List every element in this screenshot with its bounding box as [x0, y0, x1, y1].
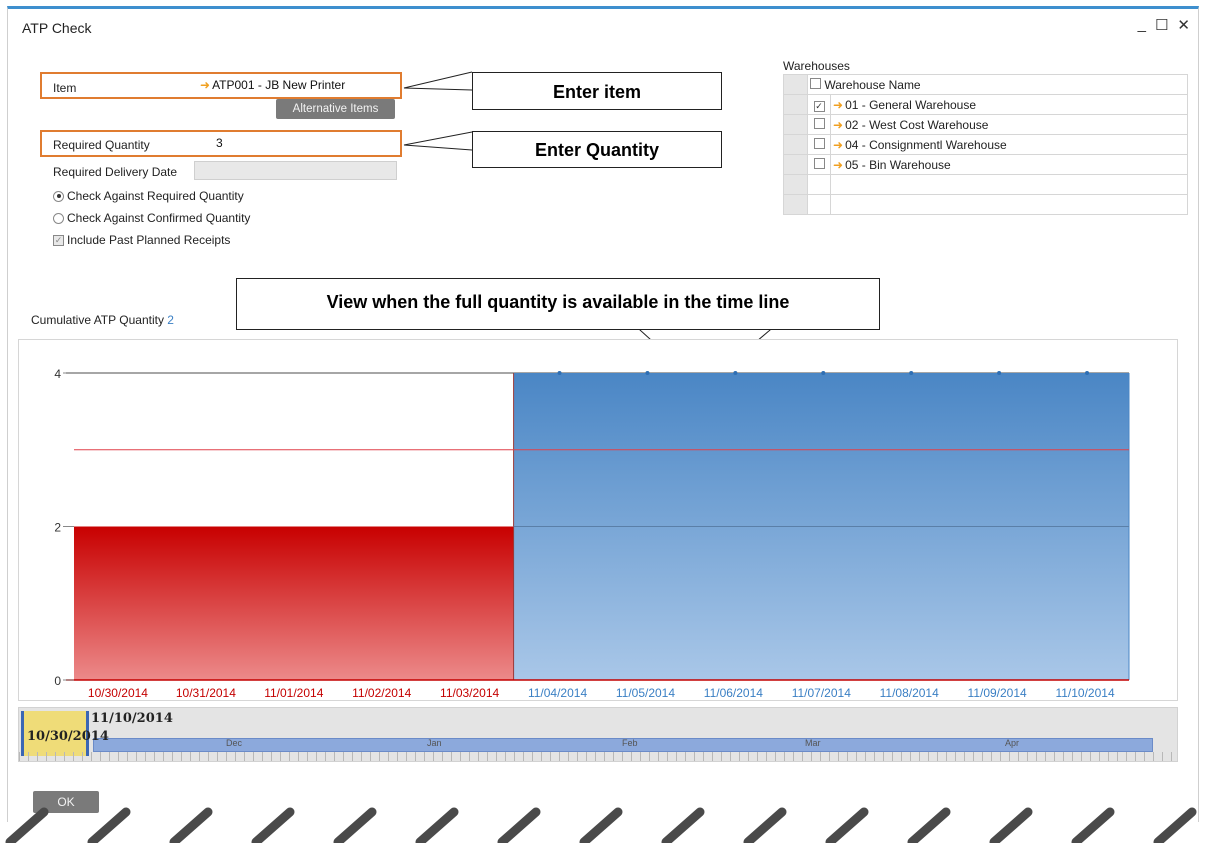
warehouse-name: 04 - Consignmentl Warehouse — [845, 137, 1007, 152]
torn-edge-decoration — [0, 807, 1206, 843]
warehouse-checkbox[interactable] — [813, 117, 825, 129]
x-tick-label: 11/03/2014 — [440, 686, 499, 700]
warehouse-name: 02 - West Cost Warehouse — [845, 117, 989, 132]
x-tick-label: 11/05/2014 — [616, 686, 675, 700]
callout-timeline-note: View when the full quantity is available… — [236, 278, 880, 330]
minimize-icon[interactable]: _ — [1138, 16, 1146, 34]
warehouse-checkbox[interactable] — [813, 137, 825, 149]
callout-enter-quantity: Enter Quantity — [472, 131, 722, 168]
x-tick-label: 11/06/2014 — [704, 686, 763, 700]
chart-point — [1085, 371, 1090, 375]
warehouse-checkbox[interactable]: ✓ — [813, 100, 825, 112]
warehouses-label: Warehouses — [783, 59, 850, 73]
warehouses-table: Warehouse Name ✓ ➜ 01 - General Warehouse ➜… — [783, 74, 1188, 215]
timeline-month-label: Jan — [427, 738, 442, 748]
chart-point — [909, 371, 914, 375]
timeline-start-date: 10/30/2014 — [27, 729, 109, 744]
x-tick-label: 11/10/2014 — [1055, 686, 1114, 700]
checkbox-disabled-icon: ✓ — [53, 234, 64, 246]
include-past-planned-receipts: ✓ Include Past Planned Receipts — [53, 233, 231, 247]
item-input[interactable]: ➜ ATP001 - JB New Printer — [200, 78, 345, 92]
x-tick-label: 11/08/2014 — [880, 686, 939, 700]
radio-check-confirmed[interactable]: Check Against Confirmed Quantity — [53, 211, 250, 225]
chart-point — [645, 371, 650, 375]
atp-bar-chart: 0 2 4 10/30/2014 10/31/2014 11/01/2014 11/02/2… — [54, 367, 1130, 700]
title-bar: ATP Check _ ☐ ✕ — [8, 9, 1198, 45]
chart-point — [733, 371, 738, 375]
y-tick-label: 0 — [54, 674, 61, 688]
link-arrow-icon[interactable]: ➜ — [833, 118, 843, 132]
warehouse-name-header: Warehouse Name — [824, 77, 921, 92]
x-tick-label: 11/09/2014 — [968, 686, 1027, 700]
item-label: Item — [53, 81, 77, 95]
x-tick-label: 10/30/2014 — [88, 686, 148, 700]
timeline-month-label: Mar — [805, 738, 821, 748]
maximize-icon[interactable]: ☐ — [1155, 16, 1168, 34]
link-arrow-icon[interactable]: ➜ — [200, 78, 210, 92]
window-controls: _ ☐ ✕ — [1138, 16, 1190, 34]
warehouse-empty-row — [783, 174, 1188, 195]
chart-bar — [161, 526, 251, 680]
link-arrow-icon[interactable]: ➜ — [833, 98, 843, 112]
required-delivery-date-label: Required Delivery Date — [53, 165, 178, 179]
x-tick-label: 11/07/2014 — [792, 686, 851, 700]
warehouse-name: 01 - General Warehouse — [845, 97, 977, 112]
required-quantity-label: Required Quantity — [53, 138, 150, 152]
chart-bar — [74, 526, 163, 680]
cumulative-atp-value: 2 — [167, 313, 174, 327]
chart-point — [997, 371, 1002, 375]
timeline-scroller[interactable]: Dec Jan Feb Mar Apr 11/10/2014 10/30/2014 — [18, 707, 1178, 762]
alternative-items-button[interactable]: Alternative Items — [276, 99, 395, 119]
cumulative-atp-quantity: Cumulative ATP Quantity 2 — [31, 313, 174, 327]
warehouse-row[interactable]: ➜ 02 - West Cost Warehouse — [783, 114, 1188, 135]
timeline-month-label: Apr — [1005, 738, 1020, 748]
link-arrow-icon[interactable]: ➜ — [833, 138, 843, 152]
x-tick-label: 11/02/2014 — [352, 686, 411, 700]
x-tick-label: 11/01/2014 — [264, 686, 323, 700]
chart-bar — [425, 526, 515, 680]
x-tick-label: 10/31/2014 — [176, 686, 236, 700]
x-tick-label: 11/04/2014 — [528, 686, 587, 700]
link-arrow-icon[interactable]: ➜ — [833, 158, 843, 172]
warehouses-header-row: Warehouse Name — [783, 74, 1188, 95]
warehouse-row[interactable]: ➜ 05 - Bin Warehouse — [783, 154, 1188, 175]
radio-check-required[interactable]: Check Against Required Quantity — [53, 189, 244, 203]
required-delivery-date-input[interactable] — [194, 161, 397, 180]
warehouse-name: 05 - Bin Warehouse — [845, 157, 951, 172]
radio-unselected-icon[interactable] — [53, 212, 64, 224]
window-title: ATP Check — [22, 20, 92, 36]
chart-bar — [337, 526, 427, 680]
radio-selected-icon[interactable] — [53, 190, 64, 202]
timeline-end-date: 11/10/2014 — [91, 711, 173, 726]
close-icon[interactable]: ✕ — [1177, 16, 1190, 34]
chart-point — [557, 371, 562, 375]
y-tick-label: 4 — [54, 367, 61, 381]
atp-chart-frame: 0 2 4 10/30/2014 10/31/2014 11/01/2014 11/02/2… — [18, 339, 1178, 701]
warehouse-row[interactable]: ✓ ➜ 01 - General Warehouse — [783, 94, 1188, 115]
chart-point — [821, 371, 826, 375]
warehouse-checkbox[interactable] — [813, 157, 825, 169]
warehouse-empty-row — [783, 194, 1188, 215]
timeline-month-label: Feb — [622, 738, 638, 748]
timeline-ticks — [19, 752, 1177, 761]
timeline-month-label: Dec — [226, 738, 243, 748]
callout-enter-item: Enter item — [472, 72, 722, 110]
warehouse-row[interactable]: ➜ 04 - Consignmentl Warehouse — [783, 134, 1188, 155]
y-tick-label: 2 — [54, 521, 61, 535]
select-all-checkbox[interactable] — [810, 77, 821, 89]
required-quantity-input[interactable]: 3 — [216, 136, 223, 150]
chart-bar — [249, 526, 339, 680]
